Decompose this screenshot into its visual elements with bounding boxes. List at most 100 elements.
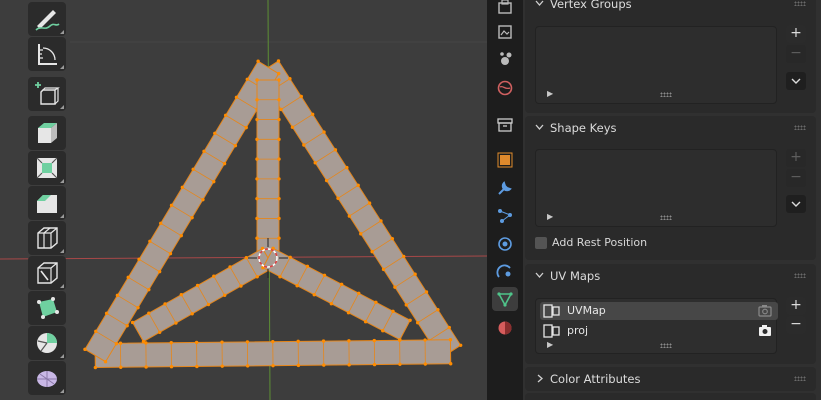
- poly-build-tool-button[interactable]: [28, 291, 66, 325]
- mesh-vertex: [346, 311, 351, 315]
- uv-maps-header[interactable]: UV Maps: [525, 264, 816, 288]
- mesh-vertex: [190, 215, 194, 220]
- mesh-vertex: [159, 221, 163, 226]
- mesh-vertex: [255, 117, 259, 122]
- mesh-vertex: [423, 338, 427, 342]
- mesh-vertex: [137, 257, 141, 262]
- tab-data[interactable]: [492, 287, 518, 311]
- bevel-tool-button[interactable]: [28, 186, 66, 220]
- vertex-group-specials-button[interactable]: [786, 72, 806, 90]
- mesh-vertex: [271, 363, 275, 368]
- list-resize-handle-icon[interactable]: [660, 343, 672, 348]
- color-attributes-panel: Color Attributes: [525, 367, 816, 391]
- uv-map-row[interactable]: UVMap: [540, 302, 778, 320]
- mesh-vertex: [390, 236, 395, 241]
- shape-key-specials-button[interactable]: [786, 195, 806, 213]
- mesh-vertex: [288, 255, 292, 259]
- uv-map-row[interactable]: proj: [540, 322, 778, 340]
- smooth-tool-button[interactable]: [28, 361, 66, 395]
- vertex-groups-list[interactable]: ▶: [535, 26, 777, 104]
- tab-object[interactable]: [492, 148, 518, 172]
- extrude-tool-button[interactable]: [28, 116, 66, 150]
- active-render-camera-icon[interactable]: [758, 304, 772, 317]
- output-icon: [500, 52, 512, 65]
- uv-map-name[interactable]: proj: [567, 324, 588, 337]
- tab-modifiers[interactable]: [492, 176, 518, 200]
- tab-render[interactable]: [492, 20, 518, 44]
- list-resize-handle-icon[interactable]: [660, 215, 672, 220]
- mesh-vertex: [436, 308, 440, 312]
- mesh-vertex: [255, 78, 259, 82]
- drag-handle-icon[interactable]: [794, 273, 806, 278]
- uv-maps-list[interactable]: UVMap proj ▶: [535, 298, 778, 354]
- mesh-vertex: [212, 274, 216, 278]
- list-filter-toggle-icon[interactable]: ▶: [547, 340, 553, 349]
- mesh-vertex: [148, 239, 152, 244]
- mesh-vertex: [255, 177, 259, 181]
- color-attributes-header[interactable]: Color Attributes: [525, 367, 816, 391]
- tab-tool[interactable]: [492, 0, 518, 18]
- list-resize-handle-icon[interactable]: [660, 92, 672, 97]
- list-filter-toggle-icon[interactable]: ▶: [547, 212, 553, 221]
- mesh-vertex: [402, 254, 406, 259]
- mesh-vertex: [398, 338, 402, 342]
- remove-shape-key-button[interactable]: −: [786, 169, 806, 187]
- mesh-vertex: [310, 112, 315, 116]
- knife-tool-button[interactable]: [28, 256, 66, 290]
- drag-handle-icon[interactable]: [794, 1, 806, 6]
- mesh-vertex: [195, 283, 200, 288]
- add-cube-tool-button[interactable]: [28, 77, 66, 111]
- properties-tab-bar: [487, 0, 523, 400]
- inset-tool-button[interactable]: [28, 151, 66, 185]
- knife-icon: [37, 262, 58, 284]
- tab-physics[interactable]: [492, 232, 518, 256]
- mesh-face-strip: [256, 79, 280, 259]
- mesh-vertex: [157, 330, 162, 335]
- mesh-vertex: [222, 161, 227, 166]
- annotate-tool-button[interactable]: [28, 2, 66, 36]
- uv-maps-panel: UV Maps UVMap proj ▶ + −: [525, 264, 816, 364]
- remove-uv-map-button[interactable]: −: [786, 316, 806, 334]
- mesh-vertex: [130, 320, 135, 325]
- tab-particles[interactable]: [492, 204, 518, 228]
- viewport-canvas[interactable]: [0, 0, 487, 400]
- mesh-vertex: [296, 339, 300, 344]
- mesh-vertex: [169, 341, 173, 345]
- shape-keys-header[interactable]: Shape Keys: [525, 116, 816, 140]
- tool-icon: [498, 0, 512, 14]
- next-panel-header[interactable]: [525, 393, 816, 400]
- tab-material[interactable]: [492, 316, 518, 340]
- 3d-viewport[interactable]: [0, 0, 487, 400]
- add-uv-map-button[interactable]: +: [786, 297, 806, 315]
- mesh-vertex: [381, 329, 385, 333]
- vertex-groups-header[interactable]: Vertex Groups: [525, 0, 816, 16]
- mesh-vertex: [179, 292, 184, 297]
- loop-cut-tool-button[interactable]: [28, 221, 66, 255]
- mesh-vertex: [234, 95, 239, 99]
- tab-constraints[interactable]: [492, 260, 518, 284]
- add-rest-position-checkbox[interactable]: [535, 237, 547, 249]
- mesh-vertex: [83, 347, 87, 352]
- tab-output[interactable]: [492, 46, 518, 70]
- tab-view-layer[interactable]: [492, 76, 518, 100]
- tab-collection[interactable]: [492, 113, 518, 137]
- camera-icon[interactable]: [758, 324, 772, 337]
- spin-icon: [37, 333, 57, 353]
- mesh-vertex: [347, 214, 352, 218]
- mesh-vertex: [356, 183, 360, 188]
- uv-map-name[interactable]: UVMap: [567, 304, 606, 317]
- drag-handle-icon[interactable]: [794, 376, 806, 381]
- measure-tool-button[interactable]: [28, 37, 66, 71]
- add-shape-key-button[interactable]: +: [786, 149, 806, 167]
- add-vertex-group-button[interactable]: +: [786, 25, 806, 43]
- mesh-vertex: [190, 312, 194, 316]
- spin-tool-button[interactable]: [28, 326, 66, 360]
- chevron-down-icon: [535, 272, 544, 278]
- mesh-vertex: [228, 265, 232, 269]
- shape-keys-list[interactable]: ▶: [535, 149, 777, 227]
- drag-handle-icon[interactable]: [794, 125, 806, 130]
- list-filter-toggle-icon[interactable]: ▶: [547, 89, 553, 98]
- mesh-vertex: [244, 125, 248, 130]
- remove-vertex-group-button[interactable]: −: [786, 45, 806, 63]
- mesh-vertex: [372, 338, 376, 343]
